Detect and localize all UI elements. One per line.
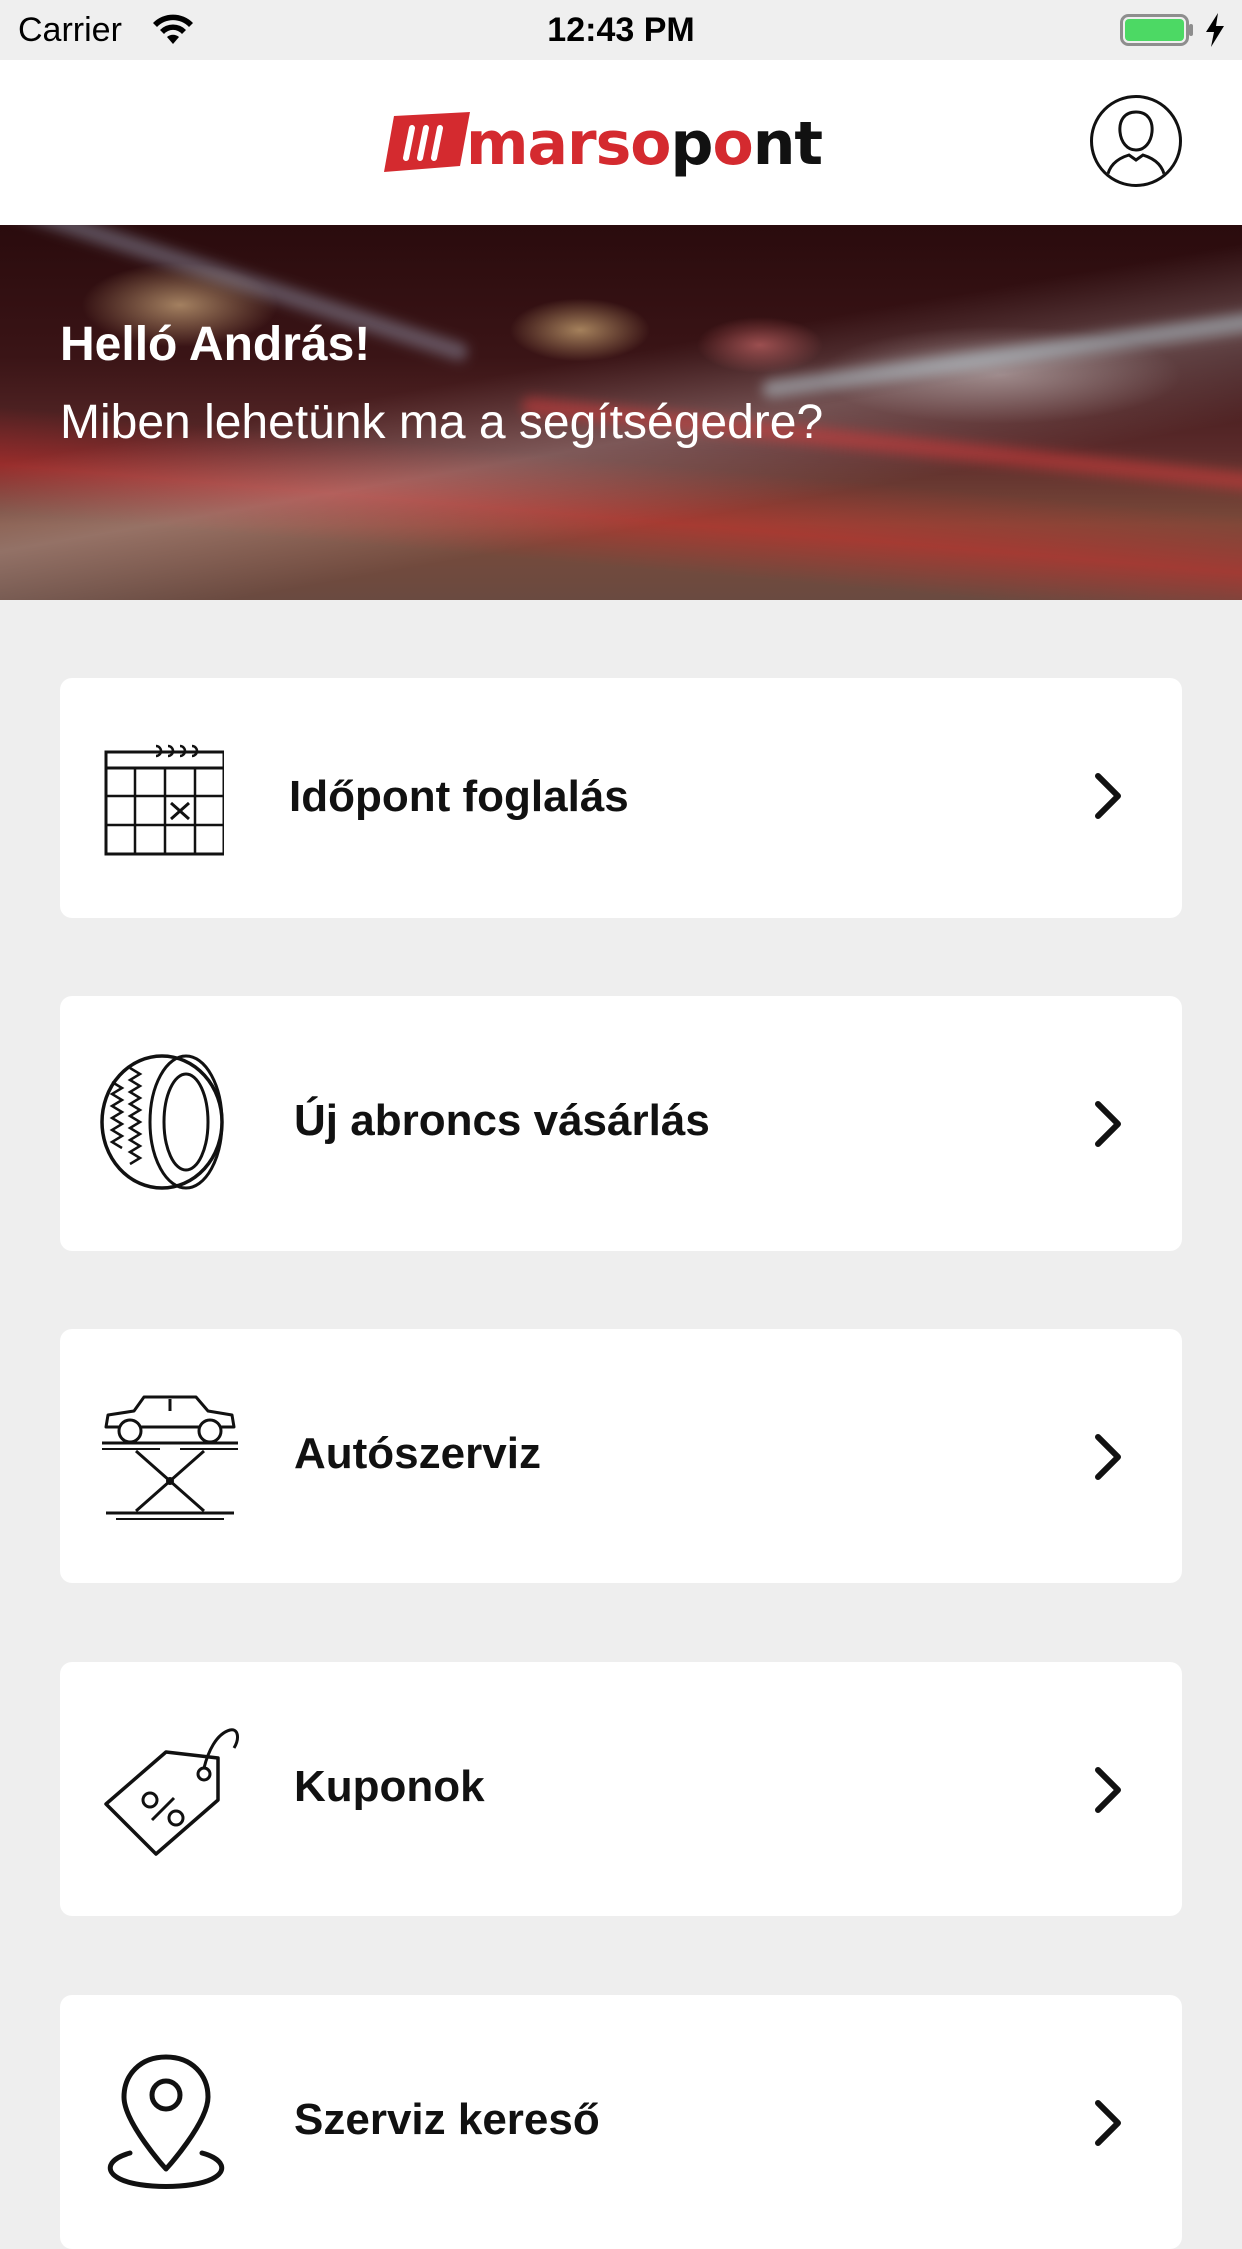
nav-bar: marsopont xyxy=(0,60,1242,225)
logo-wordmark: marsopont xyxy=(466,104,823,184)
logo-text-nt: nt xyxy=(752,109,823,179)
menu-item-service-finder[interactable]: Szerviz kereső xyxy=(60,1995,1182,2249)
chevron-right-icon xyxy=(1095,773,1121,819)
menu-item-label: Szerviz kereső xyxy=(294,2095,600,2144)
chevron-right-icon xyxy=(1095,1767,1121,1813)
hero-greeting: Helló András! xyxy=(60,318,371,371)
chevron-right-icon xyxy=(1095,1434,1121,1480)
logo-text-red: marso xyxy=(466,109,672,179)
light-streak xyxy=(761,308,1242,400)
menu-item-coupons[interactable]: Kuponok xyxy=(60,1662,1182,1916)
menu-item-label: Új abroncs vásárlás xyxy=(294,1096,710,1145)
chevron-right-icon xyxy=(1095,2100,1121,2146)
charging-bolt-icon xyxy=(1206,13,1224,47)
calendar-icon xyxy=(104,744,224,856)
logo-text-p: p xyxy=(670,109,714,179)
menu-item-label: Autószerviz xyxy=(294,1429,541,1478)
hero-subtitle: Miben lehetünk ma a segítségedre? xyxy=(60,396,824,449)
menu-item-label: Időpont foglalás xyxy=(289,772,629,821)
car-lift-icon xyxy=(102,1395,238,1520)
battery-icon xyxy=(1120,14,1193,46)
user-icon xyxy=(1105,110,1167,179)
menu-item-label: Kuponok xyxy=(294,1762,485,1811)
hero-banner: Helló András! Miben lehetünk ma a segíts… xyxy=(0,225,1242,600)
profile-button[interactable] xyxy=(1090,95,1182,187)
menu-item-appointment[interactable]: Időpont foglalás xyxy=(60,678,1182,918)
chevron-right-icon xyxy=(1095,1101,1121,1147)
menu-item-car-service[interactable]: Autószerviz xyxy=(60,1329,1182,1583)
tire-icon xyxy=(100,1054,224,1190)
status-time: 12:43 PM xyxy=(547,11,695,49)
logo-mark-icon xyxy=(384,112,470,172)
menu-item-tire-purchase[interactable]: Új abroncs vásárlás xyxy=(60,996,1182,1251)
logo-text-o: o xyxy=(712,109,753,179)
coupon-tag-icon xyxy=(104,1728,239,1856)
marsopont-logo[interactable]: marsopont xyxy=(384,104,844,184)
status-bar: Carrier 12:43 PM xyxy=(0,0,1242,60)
location-pin-icon xyxy=(107,2054,225,2189)
